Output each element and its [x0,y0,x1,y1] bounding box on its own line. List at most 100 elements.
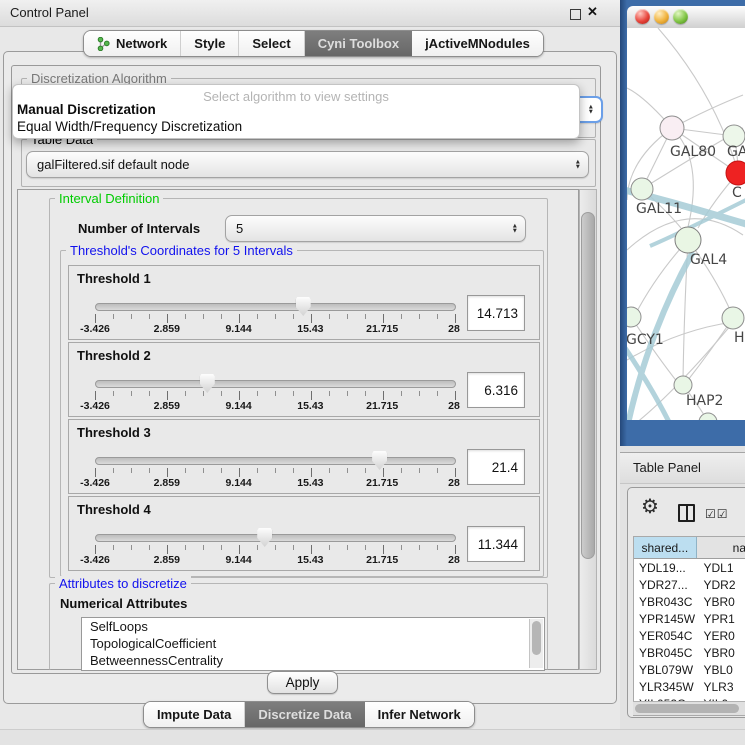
tick-label: 2.859 [154,400,180,412]
threshold-2-label: Threshold 2 [77,348,151,363]
scrollbar-thumb[interactable] [581,212,595,559]
threshold-2-slider[interactable] [95,380,456,388]
attributes-group-title: Attributes to discretize [55,576,191,591]
tab-cyni-toolbox[interactable]: Cyni Toolbox [305,31,412,56]
list-item[interactable]: TopologicalCoefficient [82,635,544,652]
table-data-combobox-value: galFiltered.sif default node [37,157,189,172]
table-row[interactable]: YDL19...YDL1 [634,559,745,576]
node-label: GAL80 [670,144,716,160]
network-node[interactable] [627,307,641,327]
tick-label: 15.43 [297,554,323,566]
tab-network-label: Network [116,36,167,51]
slider-ticks [95,391,455,400]
list-item[interactable]: BetweennessCentrality [82,652,544,669]
stepper-down-icon: ▼ [512,229,518,235]
network-node[interactable] [699,413,717,420]
threshold-2-value-field[interactable]: 6.316 [467,372,525,408]
column-header-name[interactable]: na [697,537,745,558]
tick-label: 2.859 [154,554,180,566]
interval-definition-group-title: Interval Definition [55,191,163,206]
tick-label: 21.715 [366,477,398,489]
threshold-coordinates-group-title: Threshold's Coordinates for 5 Intervals [66,243,297,258]
close-traffic-light-icon[interactable] [635,9,650,24]
threshold-3-value-field[interactable]: 21.4 [467,449,525,485]
column-header-shared-name[interactable]: shared... [634,537,697,558]
slider-tick-labels: -3.426 2.859 9.144 15.43 21.715 28 [95,554,454,566]
threshold-3-slider[interactable] [95,457,456,465]
apply-button[interactable]: Apply [267,671,338,694]
network-node[interactable] [674,376,692,394]
number-of-intervals-label: Number of Intervals [78,221,200,236]
float-window-icon[interactable] [570,9,581,20]
tab-style[interactable]: Style [181,31,239,56]
interval-definition-group: Interval Definition Number of Intervals … [49,198,548,578]
gear-icon[interactable]: ⚙ [641,494,659,519]
table-row[interactable]: YER054CYER0 [634,627,745,644]
slider-tick-labels: -3.426 2.859 9.144 15.43 21.715 28 [95,477,454,489]
threshold-4-value-field[interactable]: 11.344 [467,526,525,562]
threshold-1-slider[interactable] [95,303,456,311]
table-row[interactable]: YBL079WYBL0 [634,661,745,678]
table-row[interactable]: YLR345WYLR3 [634,678,745,695]
vertical-scrollbar[interactable] [579,189,597,670]
tick-label: 28 [448,323,460,335]
table-row[interactable]: YPR145WYPR1 [634,610,745,627]
split-pane-icon[interactable] [678,504,695,522]
tab-impute-data[interactable]: Impute Data [144,702,245,727]
network-node[interactable] [660,116,684,140]
status-strip [0,729,745,745]
network-canvas[interactable]: GAL80 GAL11 GAL4 GCY1 HAP2 GA C H [627,28,745,420]
threshold-1-value-field[interactable]: 14.713 [467,295,525,331]
tab-infer-network[interactable]: Infer Network [365,702,474,727]
table-header-row: shared... na [634,537,745,559]
application-window: Control Panel ✕ Network Style Sel [0,0,745,745]
tick-label: -3.426 [80,400,110,412]
stepper-down-icon: ▼ [575,165,581,171]
numerical-attributes-list: SelfLoops TopologicalCoefficient Between… [81,617,545,671]
tab-impute-data-label: Impute Data [157,707,231,722]
table-panel-title: Table Panel [633,460,701,475]
popup-option-manual-discretization[interactable]: Manual Discretization [17,102,156,117]
control-panel-tab-bar: Network Style Select Cyni Toolbox jActiv… [83,30,544,57]
tab-discretize-data-label: Discretize Data [258,707,351,722]
slider-tick-labels: -3.426 2.859 9.144 15.43 21.715 28 [95,323,454,335]
tick-label: -3.426 [80,477,110,489]
list-item[interactable]: SelfLoops [82,618,544,635]
threshold-4-row: Threshold 4 -3.426 2.859 9.144 [68,496,540,571]
table-row[interactable]: YBR043CYBR0 [634,593,745,610]
network-graph: GAL80 GAL11 GAL4 GCY1 HAP2 GA C H [627,28,745,420]
node-label: C [732,185,742,201]
network-window: GAL80 GAL11 GAL4 GCY1 HAP2 GA C H [620,0,745,446]
horizontal-scrollbar[interactable] [633,701,745,715]
close-icon[interactable]: ✕ [587,4,598,20]
network-node[interactable] [675,227,701,253]
zoom-traffic-light-icon[interactable] [673,9,688,24]
list-scrollbar[interactable] [529,619,543,668]
table-row[interactable]: YDR27...YDR2 [634,576,745,593]
minimize-traffic-light-icon[interactable] [654,9,669,24]
node-label: GAL4 [690,252,727,268]
algorithm-dropdown-popup: Select algorithm to view settings Manual… [12,84,580,139]
checkbox-columns-icon[interactable]: ☑☑ [705,507,729,521]
scrollbar-thumb[interactable] [635,704,739,713]
network-node[interactable] [631,178,653,200]
tab-jactivemnodules[interactable]: jActiveMNodules [412,31,543,56]
table-panel-titlebar: Table Panel [620,452,745,484]
tick-label: 28 [448,400,460,412]
node-label: GA [727,144,745,160]
tick-label: 2.859 [154,477,180,489]
network-node-selected[interactable] [726,161,745,185]
threshold-4-label: Threshold 4 [77,502,151,517]
table-row[interactable]: YBR045CYBR0 [634,644,745,661]
tab-discretize-data[interactable]: Discretize Data [245,702,364,727]
tab-select[interactable]: Select [239,31,304,56]
number-of-intervals-combobox[interactable]: 5 ▲ ▼ [225,215,526,242]
node-attribute-table: shared... na YDL19...YDL1 YDR27...YDR2 Y… [633,536,745,716]
network-node[interactable] [722,307,744,329]
tab-network[interactable]: Network [84,31,181,56]
popup-option-equal-width-frequency[interactable]: Equal Width/Frequency Discretization [17,119,242,134]
threshold-4-slider[interactable] [95,534,456,542]
tick-label: 2.859 [154,323,180,335]
table-data-combobox[interactable]: galFiltered.sif default node ▲ ▼ [26,151,589,178]
tab-cyni-toolbox-label: Cyni Toolbox [318,36,399,51]
